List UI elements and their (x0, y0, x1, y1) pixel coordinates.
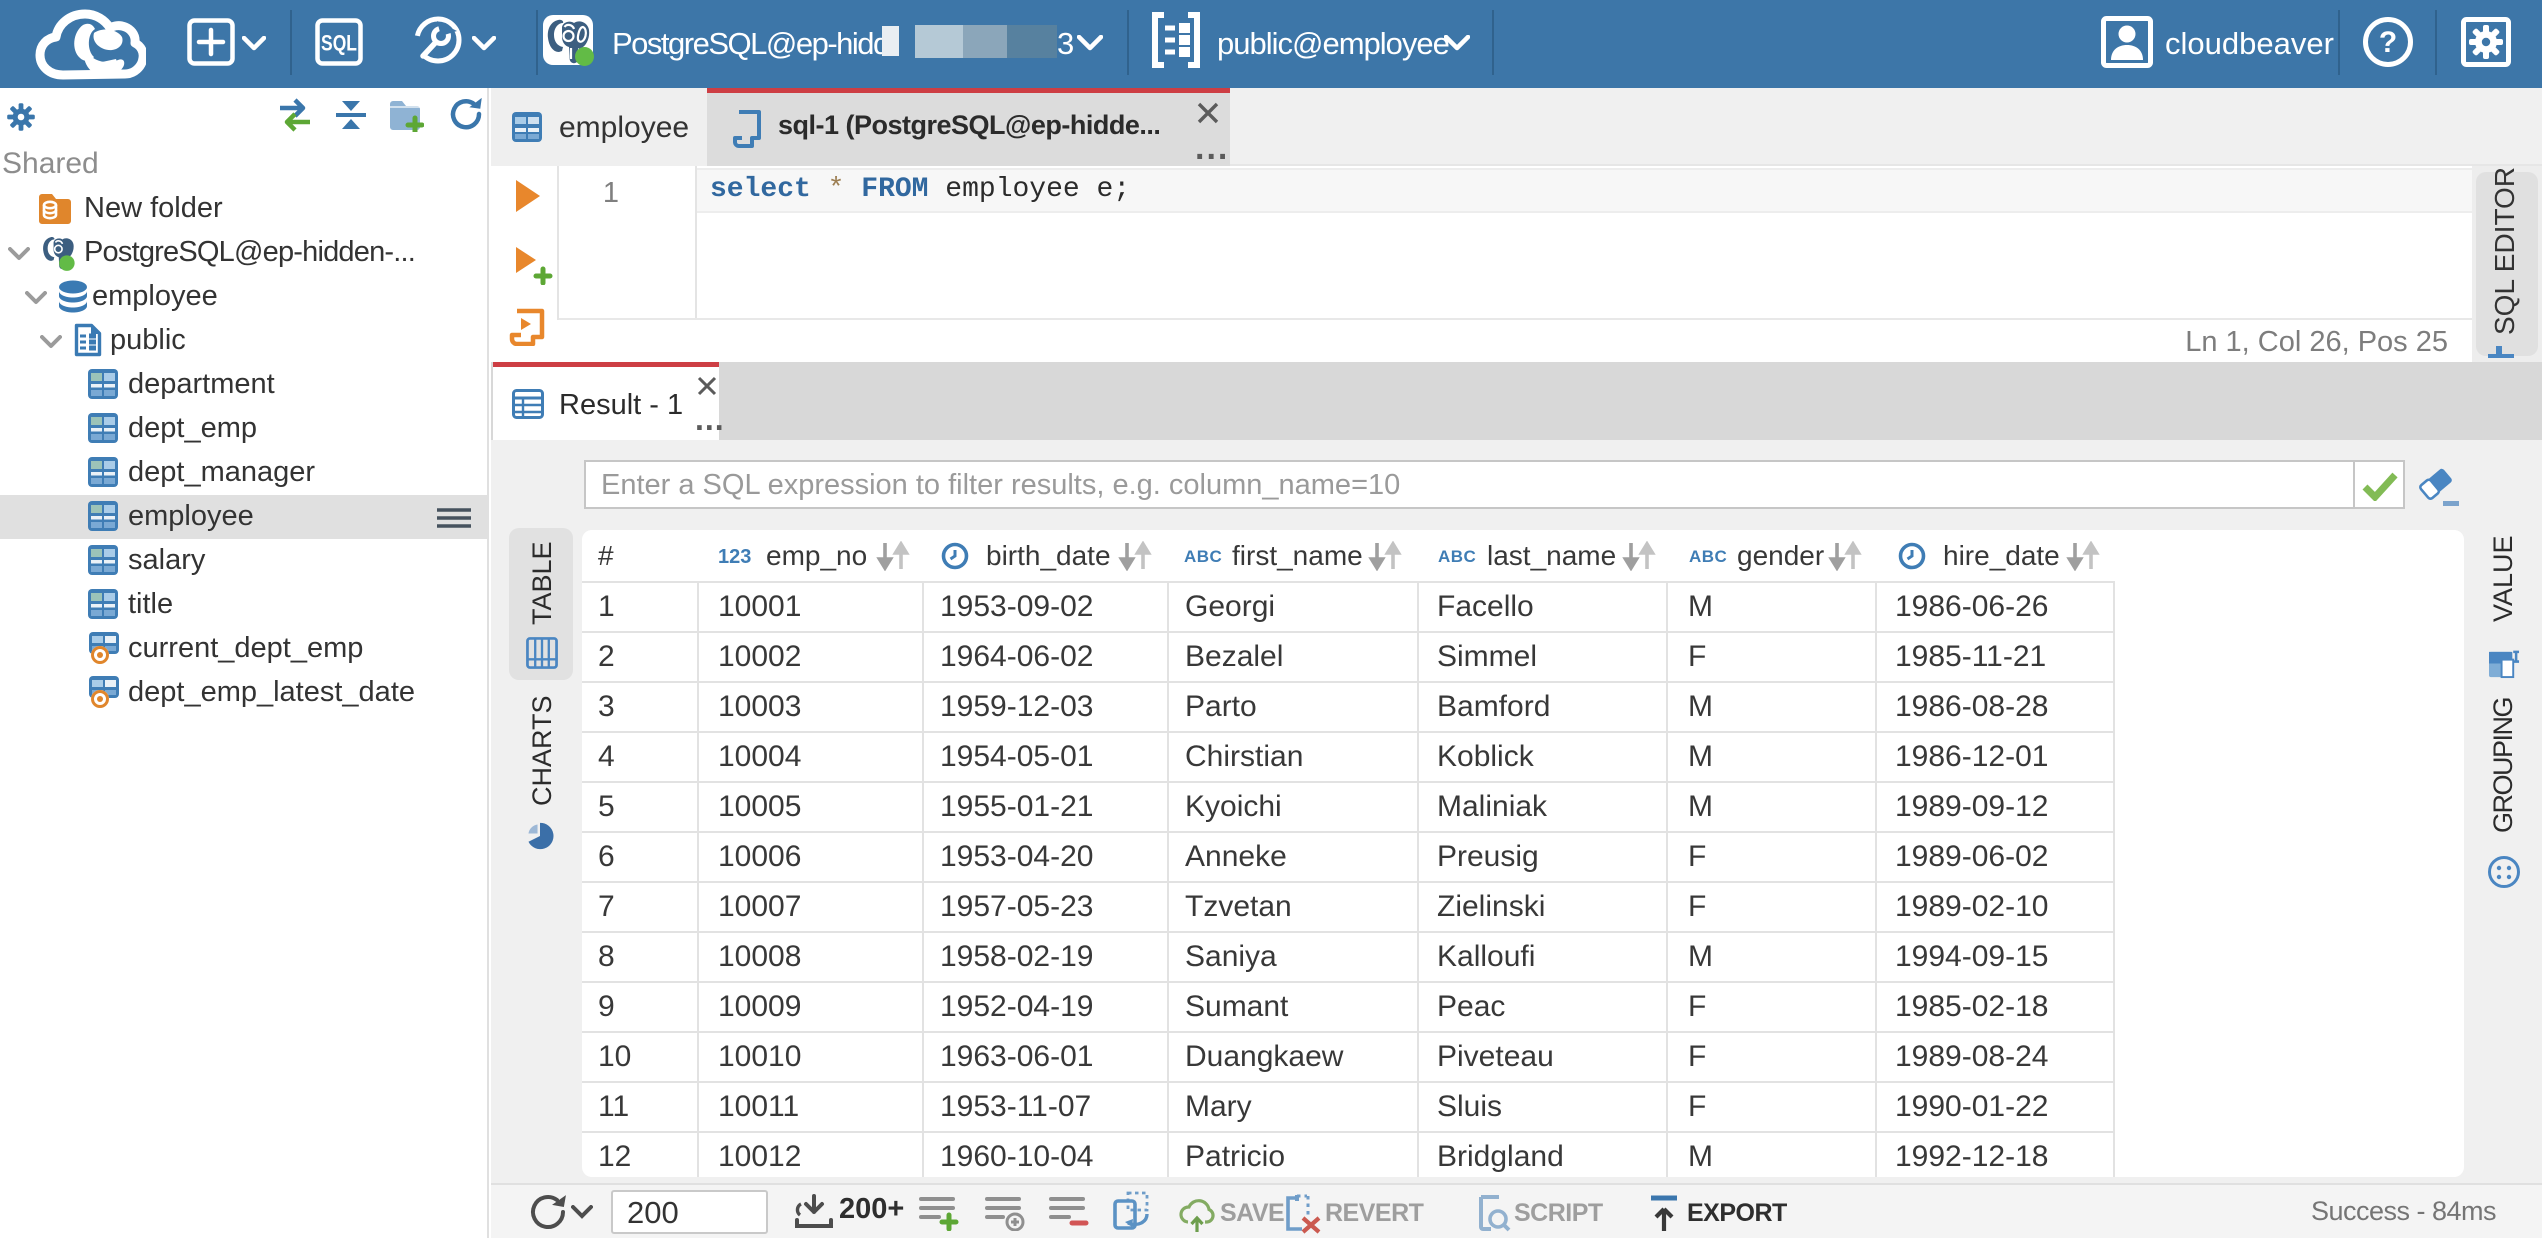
svg-text:?: ? (2379, 26, 2397, 59)
svg-text:SQL: SQL (321, 31, 357, 56)
